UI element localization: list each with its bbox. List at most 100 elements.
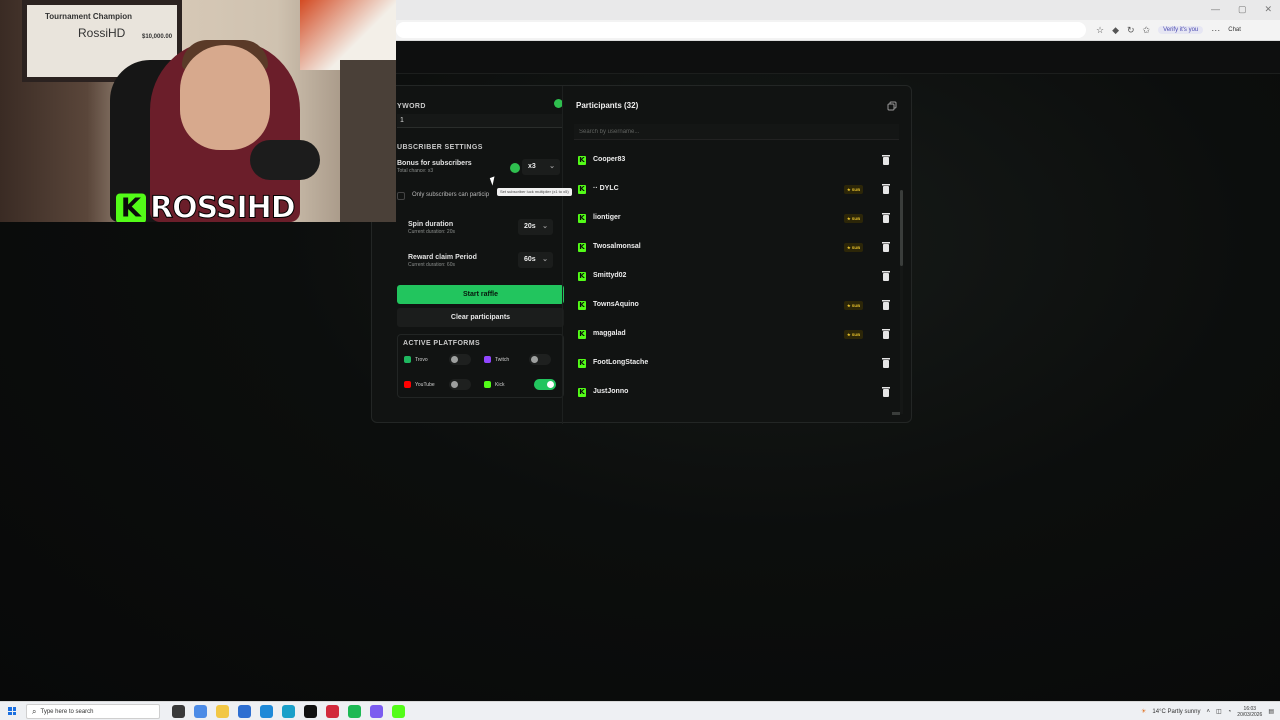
scrollbar-thumb[interactable]	[900, 190, 903, 266]
minimize-icon[interactable]: —	[1211, 4, 1220, 15]
spotify-icon[interactable]	[348, 705, 361, 718]
toggle-knob	[547, 381, 554, 388]
task-view-icon[interactable]	[172, 705, 185, 718]
store-app-icon[interactable]	[238, 705, 251, 718]
copilot-chat-button[interactable]: Chat	[1228, 27, 1241, 33]
twitch-toggle[interactable]	[529, 354, 551, 365]
star-icon[interactable]: ☆	[1096, 25, 1104, 36]
notification-icon[interactable]: ▤	[1268, 708, 1274, 715]
reward-period-row: Reward claim Period Current duration: 60…	[408, 254, 477, 268]
trash-icon[interactable]	[881, 270, 891, 282]
spin-value: 20s	[524, 223, 536, 230]
kick-toggle[interactable]	[534, 379, 556, 390]
chevron-down-icon: ⌄	[542, 256, 548, 263]
bonus-info-icon[interactable]	[510, 163, 520, 173]
sub-badge: ★ SUB	[844, 330, 864, 339]
award-title: Tournament Champion	[45, 12, 132, 21]
platform-label: Twitch	[495, 356, 510, 363]
participant-name: FootLongStache	[593, 359, 649, 366]
toggle-knob	[451, 356, 458, 363]
tray-chevron-icon[interactable]: ˄	[1206, 709, 1210, 715]
edge-icon[interactable]	[282, 705, 295, 718]
kick-app-icon[interactable]	[392, 705, 405, 718]
taskbar-search-text: Type here to search	[40, 708, 94, 715]
platform-label: Trovo	[415, 356, 428, 363]
weather-icon: ☀	[1141, 709, 1147, 715]
youtube-toggle[interactable]	[449, 379, 471, 390]
toggle-knob	[451, 381, 458, 388]
background-door	[340, 60, 396, 222]
kick-icon: K	[578, 185, 586, 194]
trash-icon[interactable]	[881, 183, 891, 195]
chevron-down-icon: ⌄	[542, 223, 548, 230]
clock[interactable]: 16:03 20/03/2026	[1237, 706, 1262, 718]
scroll-end-indicator	[892, 412, 900, 415]
reward-label: Reward claim Period	[408, 254, 477, 261]
maximize-icon[interactable]: ▢	[1238, 4, 1247, 15]
outlook-icon[interactable]	[260, 705, 273, 718]
obs-icon[interactable]	[370, 705, 383, 718]
tooltip: Set subscriber luck multiplier (x1 to x5…	[497, 188, 572, 196]
trash-icon[interactable]	[881, 357, 891, 369]
participant-name: JustJonno	[593, 388, 629, 395]
subscriber-settings: Bonus for subscribers Total chance: x3 x…	[397, 155, 563, 211]
weather-text[interactable]: 14°C Partly sunny	[1152, 709, 1200, 715]
keyword-input[interactable]: 1	[397, 114, 563, 128]
reward-value: 60s	[524, 256, 536, 263]
copy-icon[interactable]	[887, 101, 897, 111]
trash-icon[interactable]	[881, 154, 891, 166]
trash-icon[interactable]	[881, 386, 891, 398]
participant-row: K liontiger ★ SUB	[574, 205, 894, 232]
refresh-icon[interactable]: ↻	[1127, 25, 1135, 36]
search-icon: ⌕	[32, 706, 37, 716]
taskbar-search[interactable]: ⌕ Type here to search	[26, 704, 160, 719]
award-name: RossiHD	[78, 26, 126, 40]
spin-label: Spin duration	[408, 221, 454, 228]
taskbar: ⌕ Type here to search ☀ 14°C Partly sunn…	[0, 701, 1280, 720]
browser-app-icon[interactable]	[194, 705, 207, 718]
spin-duration-select[interactable]: 20s ⌄	[518, 219, 553, 235]
trash-icon[interactable]	[881, 328, 891, 340]
more-icon[interactable]: ⋯	[1211, 25, 1220, 36]
participant-row: K FootLongStache	[574, 350, 894, 377]
windows-start-icon[interactable]	[8, 707, 16, 715]
network-icon[interactable]: ◫	[1216, 708, 1222, 715]
trash-icon[interactable]	[881, 299, 891, 311]
address-bar[interactable]	[396, 22, 1086, 38]
participant-name: liontiger	[593, 214, 621, 221]
kick-icon: K	[578, 243, 586, 252]
file-explorer-icon[interactable]	[216, 705, 229, 718]
youtube-icon	[404, 381, 411, 388]
trovo-toggle[interactable]	[449, 354, 471, 365]
favorites-icon[interactable]: ✩	[1143, 25, 1151, 36]
trash-icon[interactable]	[881, 212, 891, 224]
reward-period-select[interactable]: 60s ⌄	[518, 252, 553, 268]
trash-icon[interactable]	[881, 241, 891, 253]
vivaldi-icon[interactable]	[326, 705, 339, 718]
start-raffle-button[interactable]: Start raffle	[397, 285, 564, 304]
tiktok-icon[interactable]	[304, 705, 317, 718]
participants-title: Participants (32)	[576, 101, 639, 110]
subscriber-settings-title: UBSCRIBER SETTINGS	[397, 144, 483, 151]
platform-youtube: YouTube	[404, 381, 435, 388]
close-icon[interactable]: ✕	[1264, 4, 1272, 15]
participant-search-input[interactable]	[574, 124, 899, 140]
platform-twitch: Twitch	[484, 356, 509, 363]
profile-verify-chip[interactable]: Verify it's you	[1158, 26, 1204, 34]
sub-badge: ★ SUB	[844, 243, 864, 252]
participant-name: Smittyd02	[593, 272, 627, 279]
platform-kick: Kick	[484, 381, 504, 388]
volume-icon[interactable]: ◔	[1228, 709, 1232, 715]
chevron-down-icon: ⌄	[549, 163, 555, 170]
clear-participants-button[interactable]: Clear participants	[397, 308, 564, 327]
bonus-label: Bonus for subscribers	[397, 160, 472, 167]
participant-name: Twosalmonsal	[593, 243, 641, 250]
only-subscribers-checkbox[interactable]	[397, 192, 405, 200]
sub-badge: ★ SUB	[844, 301, 864, 310]
extension-icon[interactable]: ◆	[1112, 25, 1119, 36]
bonus-multiplier-select[interactable]: x3 ⌄	[522, 159, 560, 175]
kick-icon: K	[578, 301, 586, 310]
system-tray: ☀ 14°C Partly sunny ˄ ◫ ◔ 16:03 20/03/20…	[1141, 704, 1274, 719]
bonus-row: Bonus for subscribers Total chance: x3	[397, 160, 472, 174]
participants-panel: Participants (32) K Cooper83 K ·· DYLC ★…	[572, 86, 903, 424]
